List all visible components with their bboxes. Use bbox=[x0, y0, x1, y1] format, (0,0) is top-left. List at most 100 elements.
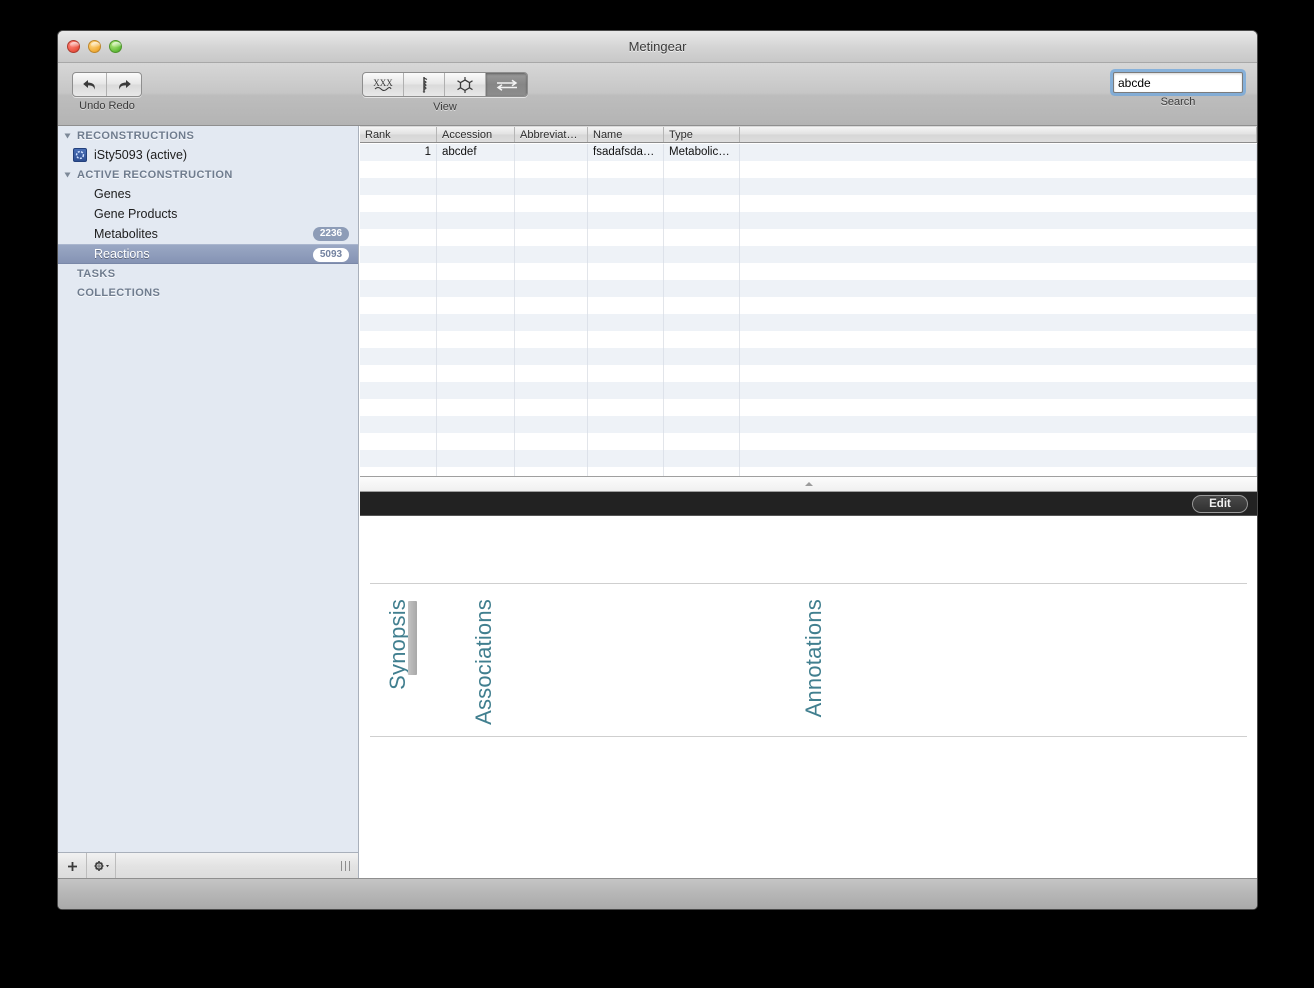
sidebar-group-header[interactable]: RECONSTRUCTIONS bbox=[58, 126, 358, 145]
table-row[interactable]: 1 abcdef fsadafsda… Metabolic… bbox=[360, 144, 1257, 161]
table-cell bbox=[664, 178, 740, 195]
view-reactions-button[interactable] bbox=[486, 73, 527, 96]
table-cell bbox=[515, 144, 588, 161]
table-cell bbox=[664, 314, 740, 331]
sidebar-item-label: Genes bbox=[94, 187, 131, 201]
table-header-row[interactable]: Rank Accession Abbreviat… Name Type bbox=[360, 126, 1257, 143]
sidebar-item-isty5093-active[interactable]: iSty5093 (active) bbox=[58, 145, 358, 165]
sidebar-group-header[interactable]: TASKS bbox=[58, 264, 358, 283]
undo-button[interactable] bbox=[73, 73, 107, 96]
reaction-arrows-icon bbox=[496, 79, 517, 91]
sidebar-item-genes[interactable]: Genes bbox=[58, 184, 358, 204]
table-cell bbox=[360, 280, 437, 297]
table-cell bbox=[740, 467, 1257, 476]
synopsis-scroll-indicator[interactable] bbox=[408, 601, 417, 675]
chevron-down-icon[interactable] bbox=[64, 133, 71, 139]
sidebar-group-header[interactable]: ACTIVE RECONSTRUCTION bbox=[58, 165, 358, 184]
table-cell bbox=[664, 433, 740, 450]
table-cell bbox=[515, 433, 588, 450]
table-cell bbox=[515, 331, 588, 348]
undo-redo-segmented-control[interactable] bbox=[72, 72, 142, 97]
table-row[interactable] bbox=[360, 365, 1257, 382]
sidebar-group-header[interactable]: COLLECTIONS bbox=[58, 283, 358, 302]
sidebar-item-badge: 2236 bbox=[313, 227, 349, 241]
table-cell bbox=[437, 348, 515, 365]
table-cell bbox=[437, 178, 515, 195]
table-row[interactable] bbox=[360, 416, 1257, 433]
view-gene-products-button[interactable] bbox=[404, 73, 445, 96]
table-cell bbox=[740, 399, 1257, 416]
settings-menu-button[interactable] bbox=[87, 853, 116, 879]
table-row[interactable] bbox=[360, 331, 1257, 348]
window-title: Metingear bbox=[628, 39, 687, 54]
table-cell bbox=[588, 382, 664, 399]
add-button[interactable] bbox=[58, 853, 87, 879]
table-row[interactable] bbox=[360, 348, 1257, 365]
sidebar-group-label: TASKS bbox=[77, 268, 116, 280]
table-row[interactable] bbox=[360, 195, 1257, 212]
column-header[interactable]: Rank bbox=[360, 127, 437, 142]
table-row[interactable] bbox=[360, 263, 1257, 280]
table-cell bbox=[588, 450, 664, 467]
table-cell bbox=[437, 195, 515, 212]
view-segmented-control[interactable]: XXX bbox=[362, 72, 528, 97]
splitter-handle-icon[interactable] bbox=[804, 482, 813, 486]
sidebar-resize-area[interactable] bbox=[116, 853, 358, 879]
table-row[interactable] bbox=[360, 314, 1257, 331]
sidebar-item-label: Reactions bbox=[94, 247, 150, 261]
table-cell bbox=[740, 450, 1257, 467]
search-input[interactable] bbox=[1113, 72, 1243, 93]
table-row[interactable] bbox=[360, 399, 1257, 416]
table-row[interactable] bbox=[360, 297, 1257, 314]
table-cell bbox=[740, 195, 1257, 212]
chevron-down-icon[interactable] bbox=[64, 172, 71, 178]
table-cell bbox=[360, 212, 437, 229]
toolbar: Undo Redo XXX View abcde Search bbox=[58, 63, 1257, 126]
table-cell bbox=[360, 450, 437, 467]
tab-annotations[interactable]: Annotations bbox=[801, 599, 827, 717]
sidebar-source-list[interactable]: RECONSTRUCTIONS iSty5093 (active) ACTIVE R… bbox=[58, 126, 358, 852]
column-header[interactable]: Accession bbox=[437, 127, 515, 142]
view-caption: View bbox=[433, 100, 457, 113]
table-cell bbox=[360, 348, 437, 365]
table-row[interactable] bbox=[360, 467, 1257, 476]
view-metabolites-button[interactable] bbox=[445, 73, 486, 96]
molecule-icon bbox=[457, 76, 473, 93]
horizontal-splitter[interactable] bbox=[360, 476, 1257, 492]
table-row[interactable] bbox=[360, 178, 1257, 195]
edit-button[interactable]: Edit bbox=[1192, 494, 1248, 513]
table-cell bbox=[664, 297, 740, 314]
detail-divider-bottom bbox=[370, 736, 1247, 737]
tab-associations[interactable]: Associations bbox=[471, 599, 497, 725]
table-row[interactable] bbox=[360, 246, 1257, 263]
table-cell bbox=[360, 331, 437, 348]
column-header[interactable]: Abbreviat… bbox=[515, 127, 588, 142]
column-header[interactable] bbox=[740, 127, 1257, 142]
table-cell bbox=[740, 280, 1257, 297]
table-cell bbox=[588, 399, 664, 416]
table-cell bbox=[664, 399, 740, 416]
resize-grip-icon[interactable] bbox=[341, 861, 350, 871]
reconstruction-icon bbox=[73, 148, 87, 162]
view-genes-button[interactable]: XXX bbox=[363, 73, 404, 96]
table-row[interactable] bbox=[360, 229, 1257, 246]
sidebar-item-metabolites[interactable]: Metabolites 2236 bbox=[58, 224, 358, 244]
table-row[interactable] bbox=[360, 433, 1257, 450]
table-cell bbox=[740, 348, 1257, 365]
table-cell bbox=[740, 331, 1257, 348]
table-cell bbox=[515, 246, 588, 263]
table-row[interactable] bbox=[360, 382, 1257, 399]
column-header[interactable]: Name bbox=[588, 127, 664, 142]
table-cell bbox=[588, 212, 664, 229]
table-cell bbox=[740, 297, 1257, 314]
column-header[interactable]: Type bbox=[664, 127, 740, 142]
table-row[interactable] bbox=[360, 161, 1257, 178]
redo-button[interactable] bbox=[107, 73, 141, 96]
table-body[interactable]: 1 abcdef fsadafsda… Metabolic… bbox=[360, 144, 1257, 476]
table-cell bbox=[740, 314, 1257, 331]
table-row[interactable] bbox=[360, 280, 1257, 297]
sidebar-item-gene-products[interactable]: Gene Products bbox=[58, 204, 358, 224]
table-row[interactable] bbox=[360, 212, 1257, 229]
sidebar-item-reactions[interactable]: Reactions 5093 bbox=[58, 244, 358, 264]
table-row[interactable] bbox=[360, 450, 1257, 467]
